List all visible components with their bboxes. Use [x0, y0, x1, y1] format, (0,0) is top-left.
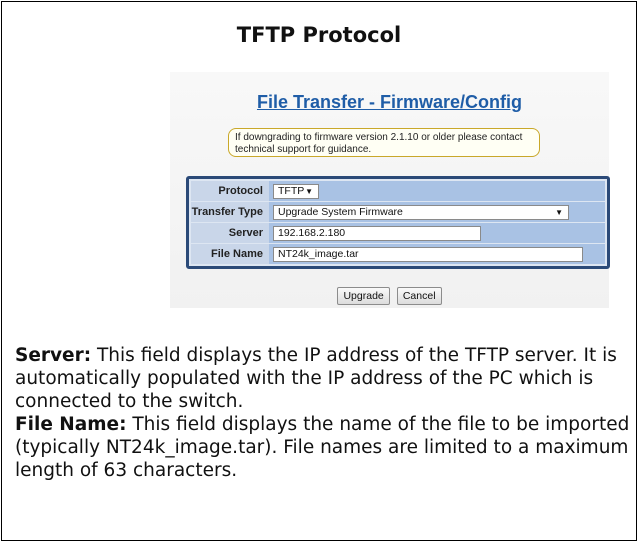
- cancel-button[interactable]: Cancel: [396, 287, 442, 305]
- upgrade-button[interactable]: Upgrade: [337, 287, 390, 305]
- file-name-input[interactable]: NT24k_image.tar: [273, 246, 583, 262]
- file-name-cell: NT24k_image.tar: [269, 244, 605, 264]
- server-description: Server: This field displays the IP addre…: [15, 344, 631, 413]
- transfer-type-label: Transfer Type: [191, 202, 269, 222]
- protocol-card: TFTP Protocol File Transfer - Firmware/C…: [1, 1, 637, 541]
- transfer-type-select[interactable]: Upgrade System Firmware ▼: [273, 204, 569, 220]
- file-name-description: File Name: This field displays the name …: [15, 413, 631, 482]
- protocol-select[interactable]: TFTP ▼: [273, 183, 319, 199]
- protocol-cell: TFTP ▼: [269, 181, 605, 201]
- transfer-type-cell: Upgrade System Firmware ▼: [269, 202, 605, 222]
- page-title[interactable]: File Transfer - Firmware/Config: [170, 92, 609, 113]
- protocol-label: Protocol: [191, 181, 269, 201]
- server-cell: 192.168.2.180: [269, 223, 605, 243]
- server-label: Server: [191, 223, 269, 243]
- server-row: Server 192.168.2.180: [191, 223, 605, 243]
- server-text: This field displays the IP address of th…: [15, 345, 617, 412]
- protocol-row: Protocol TFTP ▼: [191, 181, 605, 201]
- card-title: TFTP Protocol: [236, 23, 402, 47]
- file-name-term: File Name:: [15, 414, 127, 435]
- firmware-config-screenshot: File Transfer - Firmware/Config If downg…: [170, 72, 610, 308]
- server-input[interactable]: 192.168.2.180: [273, 225, 481, 241]
- protocol-select-value: TFTP: [278, 184, 305, 197]
- server-term: Server:: [15, 345, 92, 366]
- transfer-type-select-value: Upgrade System Firmware: [278, 205, 403, 218]
- transfer-type-row: Transfer Type Upgrade System Firmware ▼: [191, 202, 605, 222]
- chevron-down-icon: ▼: [305, 186, 313, 196]
- field-descriptions: Server: This field displays the IP addre…: [15, 344, 631, 482]
- transfer-settings-table: Protocol TFTP ▼ Transfer Type Upgrade Sy…: [186, 176, 610, 269]
- action-buttons: Upgrade Cancel: [170, 284, 609, 305]
- downgrade-notice: If downgrading to firmware version 2.1.1…: [228, 128, 540, 157]
- chevron-down-icon: ▼: [555, 207, 563, 217]
- file-name-label: File Name: [191, 244, 269, 264]
- file-name-row: File Name NT24k_image.tar: [191, 244, 605, 264]
